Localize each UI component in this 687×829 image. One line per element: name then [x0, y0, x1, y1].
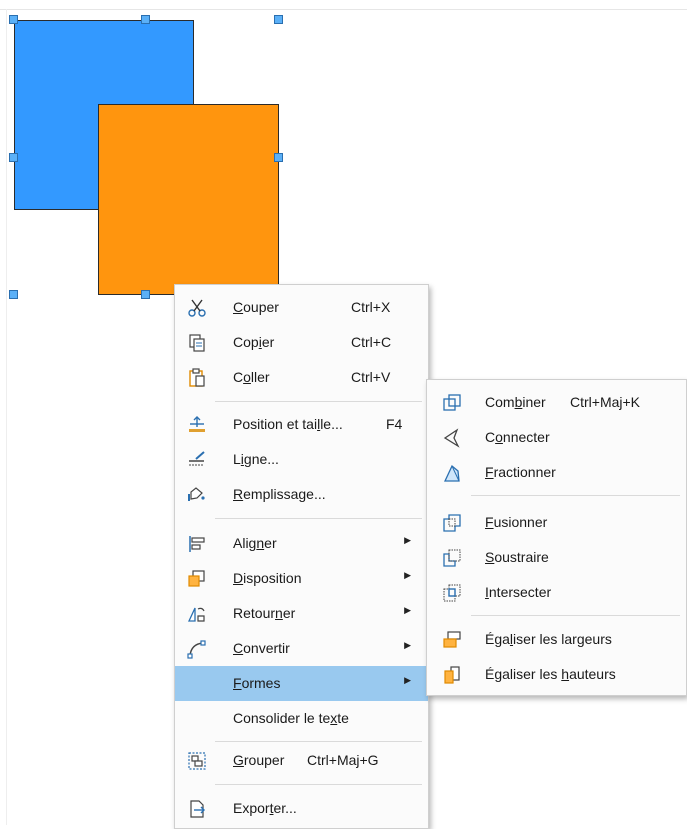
selection-handle-bottom-left[interactable] — [9, 290, 18, 299]
orange-rectangle-shape[interactable] — [98, 104, 279, 295]
menu-item-label: Remplissage... — [233, 486, 326, 502]
shortcut-label: Ctrl+C — [351, 334, 392, 350]
menu-item-group[interactable]: Grouper Ctrl+Maj+G — [175, 743, 428, 778]
menu-item-label: Intersecter — [485, 584, 552, 600]
fill-icon — [188, 487, 205, 501]
submenu-item-connect[interactable]: Connecter — [427, 420, 686, 455]
submenu-arrow-icon: ▶ — [404, 605, 411, 615]
menu-item-label: Combiner — [485, 394, 546, 410]
equal-width-icon — [443, 631, 461, 648]
connect-icon — [443, 428, 460, 448]
selection-handle-middle-left[interactable] — [9, 153, 18, 162]
menu-separator — [215, 741, 422, 742]
equal-height-icon — [444, 666, 460, 684]
menu-item-label: Grouper — [233, 752, 285, 768]
menu-item-export[interactable]: Exporter... — [175, 791, 428, 826]
align-icon — [189, 536, 205, 552]
submenu-item-combine[interactable]: Combiner Ctrl+Maj+K — [427, 385, 686, 420]
submenu-arrow-icon: ▶ — [404, 640, 411, 650]
menu-item-label: Copier — [233, 334, 275, 350]
menu-item-label: Égaliser les largeurs — [485, 631, 612, 647]
menu-item-copy[interactable]: Copier Ctrl+C — [175, 325, 428, 360]
split-icon — [443, 464, 460, 482]
submenu-item-subtract[interactable]: Soustraire — [427, 540, 686, 575]
menu-item-label: Égaliser les hauteurs — [485, 666, 616, 682]
menu-item-label: Ligne... — [233, 451, 279, 467]
shortcut-label: Ctrl+Maj+K — [570, 394, 641, 410]
submenu-item-intersect[interactable]: Intersecter — [427, 575, 686, 610]
menu-item-convert[interactable]: Convertir ▶ — [175, 631, 428, 666]
submenu-arrow-icon: ▶ — [404, 675, 411, 685]
shortcut-label: Ctrl+Maj+G — [307, 752, 379, 768]
menu-item-label: Fractionner — [485, 464, 556, 480]
menu-item-label: Consolider le texte — [233, 710, 349, 726]
shortcut-label: Ctrl+V — [351, 369, 391, 385]
menu-item-paste[interactable]: Coller Ctrl+V — [175, 360, 428, 395]
page-top-edge — [0, 9, 687, 10]
merge-icon — [443, 514, 461, 532]
shortcut-label: F4 — [386, 416, 403, 432]
submenu-item-equal-width[interactable]: Égaliser les largeurs — [427, 622, 686, 657]
scissors-icon — [188, 299, 206, 317]
combine-icon — [443, 394, 461, 411]
context-menu: Couper Ctrl+X Copier Ctrl+C Coller Ctrl+… — [174, 284, 429, 829]
menu-item-label: Formes — [233, 675, 281, 691]
menu-item-label: Position et taille... — [233, 416, 343, 432]
intersect-icon — [443, 584, 461, 602]
menu-item-label: Fusionner — [485, 514, 548, 530]
menu-separator — [215, 784, 422, 785]
submenu-arrow-icon: ▶ — [404, 535, 411, 545]
menu-item-label: Connecter — [485, 429, 550, 445]
flip-icon — [187, 607, 205, 622]
copy-icon — [189, 334, 205, 352]
menu-item-label: Soustraire — [485, 549, 549, 565]
selection-handle-top-center[interactable] — [141, 15, 150, 24]
menu-item-label: Couper — [233, 299, 279, 315]
menu-item-shapes[interactable]: Formes ▶ — [175, 666, 428, 701]
export-icon — [190, 800, 205, 818]
shapes-submenu: Combiner Ctrl+Maj+K Connecter Fractionne… — [426, 379, 687, 696]
selection-handle-top-left[interactable] — [9, 15, 18, 24]
selection-handle-middle-right[interactable] — [274, 153, 283, 162]
menu-item-flip[interactable]: Retourner ▶ — [175, 596, 428, 631]
submenu-item-equal-height[interactable]: Égaliser les hauteurs — [427, 657, 686, 692]
menu-item-line[interactable]: Ligne... — [175, 442, 428, 477]
submenu-arrow-icon: ▶ — [404, 570, 411, 580]
line-icon — [189, 451, 205, 466]
menu-separator — [471, 615, 680, 616]
menu-item-fill[interactable]: Remplissage... — [175, 477, 428, 512]
menu-item-label: Convertir — [233, 640, 290, 656]
menu-item-consolidate-text[interactable]: Consolider le texte — [175, 701, 428, 736]
menu-item-position-size[interactable]: Position et taille... F4 — [175, 407, 428, 442]
submenu-item-split[interactable]: Fractionner — [427, 455, 686, 490]
position-size-icon — [189, 416, 205, 432]
menu-item-label: Coller — [233, 369, 270, 385]
menu-item-arrange[interactable]: Disposition ▶ — [175, 561, 428, 596]
menu-separator — [215, 401, 422, 402]
shortcut-label: Ctrl+X — [351, 299, 391, 315]
page-left-edge — [6, 9, 7, 825]
arrange-icon — [188, 570, 205, 587]
menu-item-label: Exporter... — [233, 800, 297, 816]
group-icon — [188, 752, 206, 770]
subtract-icon — [443, 549, 461, 567]
menu-item-cut[interactable]: Couper Ctrl+X — [175, 290, 428, 325]
menu-item-label: Aligner — [233, 535, 277, 551]
menu-separator — [215, 518, 422, 519]
menu-item-label: Disposition — [233, 570, 302, 586]
paste-icon — [189, 368, 205, 387]
convert-icon — [187, 640, 206, 659]
menu-separator — [471, 495, 680, 496]
selection-handle-bottom-center[interactable] — [141, 290, 150, 299]
menu-item-align[interactable]: Aligner ▶ — [175, 526, 428, 561]
menu-item-label: Retourner — [233, 605, 296, 621]
selection-handle-top-right[interactable] — [274, 15, 283, 24]
submenu-item-merge[interactable]: Fusionner — [427, 505, 686, 540]
